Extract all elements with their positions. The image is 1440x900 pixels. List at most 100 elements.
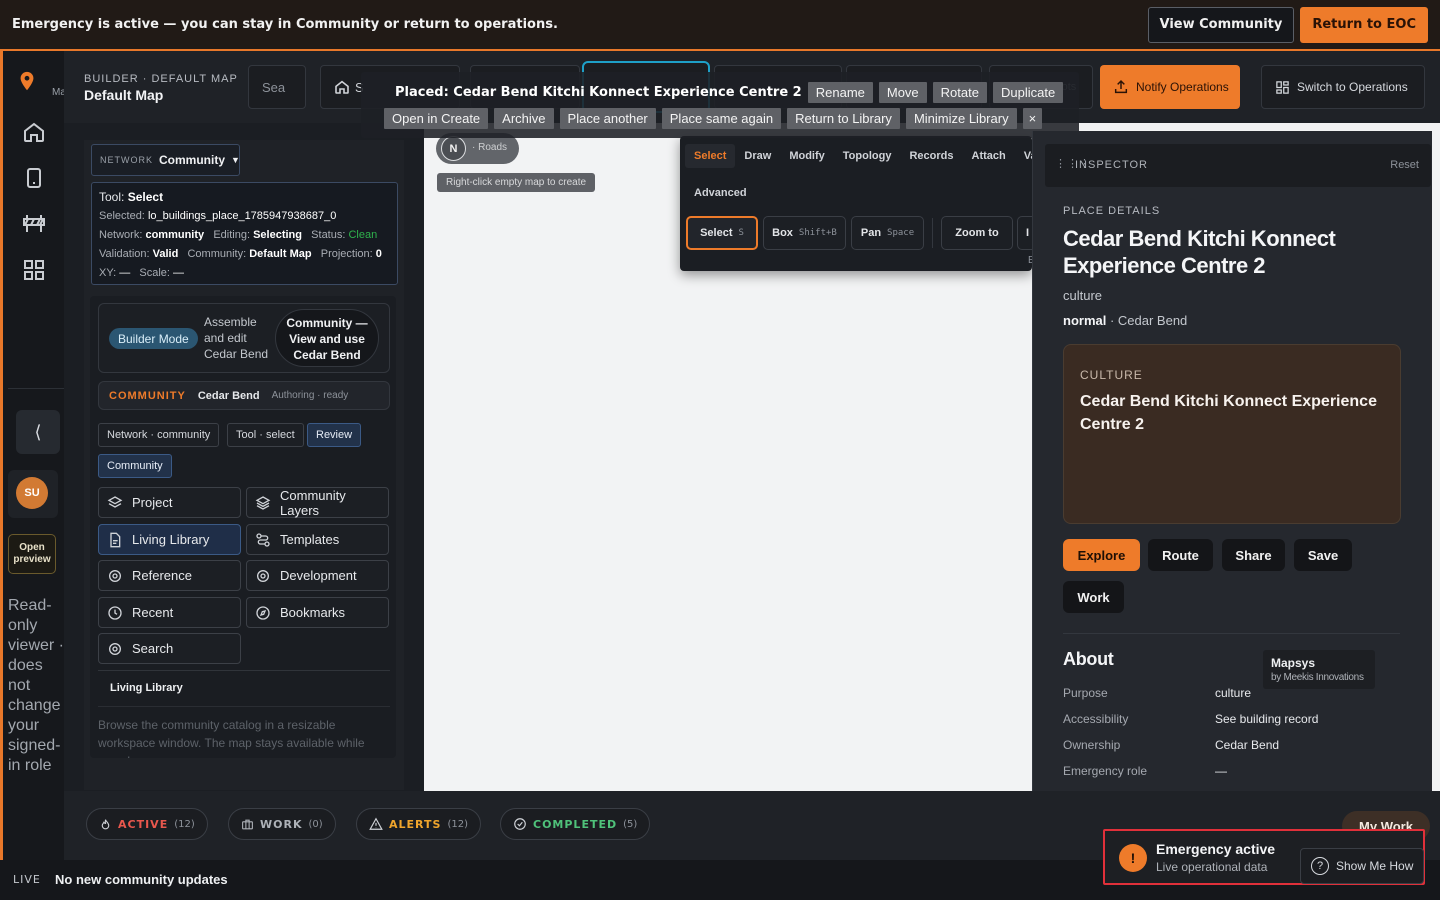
- tool-value: Select: [127, 190, 164, 204]
- assemble-line2: and edit: [204, 331, 247, 345]
- development-button[interactable]: Development: [246, 560, 389, 591]
- archive-button[interactable]: Archive: [494, 108, 554, 129]
- move-button[interactable]: Move: [878, 82, 927, 103]
- completed-chip[interactable]: COMPLETED (5): [500, 808, 651, 840]
- tab-modify[interactable]: Modify: [780, 150, 833, 162]
- cut-tool-button[interactable]: I: [1017, 216, 1032, 250]
- community-value: Default Map: [249, 248, 312, 260]
- north-arrow-icon[interactable]: N: [441, 136, 466, 161]
- zoom-to-button[interactable]: Zoom to: [941, 216, 1013, 250]
- network-selector[interactable]: NETWORK Community ▼: [91, 144, 240, 176]
- living-library-button[interactable]: Living Library: [98, 524, 241, 555]
- place-status: normal: [1063, 313, 1107, 328]
- place-meta: normal · Cedar Bend: [1063, 313, 1188, 328]
- bookmarks-button[interactable]: Bookmarks: [246, 597, 389, 628]
- search-input[interactable]: Sea: [248, 65, 306, 109]
- select-tool-button[interactable]: Select S: [686, 216, 758, 250]
- minimize-library-button[interactable]: Minimize Library: [905, 108, 1017, 129]
- reference-button[interactable]: Reference: [98, 560, 241, 591]
- open-preview-button[interactable]: Open preview: [8, 534, 56, 574]
- emergency-title: Emergency active: [1156, 841, 1276, 857]
- status-label: Status:: [311, 229, 346, 241]
- tag-community[interactable]: Community: [98, 454, 172, 478]
- cut-tool-label: I: [1026, 227, 1030, 239]
- notify-operations-button[interactable]: Notify Operations: [1100, 65, 1240, 109]
- about-heading: About: [1063, 649, 1114, 669]
- tab-draw[interactable]: Draw: [735, 150, 780, 162]
- route-button[interactable]: Route: [1148, 539, 1213, 571]
- inspector-reset-button[interactable]: Reset: [1390, 159, 1419, 171]
- pan-tool-button[interactable]: Pan Space: [851, 216, 924, 250]
- search-label: Search: [132, 641, 174, 656]
- view-community-button[interactable]: View Community: [1147, 6, 1295, 43]
- show-me-how-button[interactable]: ? Show Me How: [1300, 848, 1424, 884]
- switch-to-operations-button[interactable]: Switch to Operations: [1261, 65, 1425, 109]
- tab-va[interactable]: Va: [1015, 150, 1032, 162]
- tag-review[interactable]: Review: [307, 423, 362, 447]
- check-circle-icon: [513, 817, 527, 831]
- place-same-again-button[interactable]: Place same again: [661, 108, 782, 129]
- box-tool-button[interactable]: Box Shift+B: [763, 216, 846, 250]
- save-button[interactable]: Save: [1294, 539, 1352, 571]
- completed-label: COMPLETED: [533, 817, 618, 831]
- open-preview-line2: preview: [13, 554, 51, 565]
- home-icon[interactable]: [22, 120, 46, 144]
- emergency-subtitle: Live operational data: [1156, 860, 1268, 874]
- validation-value: Valid: [152, 248, 179, 260]
- zoom-to-label: Zoom to: [955, 227, 999, 239]
- rotate-button[interactable]: Rotate: [932, 82, 987, 103]
- tag-network[interactable]: Network · community: [98, 423, 220, 447]
- active-chip[interactable]: ACTIVE (12): [86, 808, 208, 840]
- placed-toast: Placed: Cedar Bend Kitchi Konnect Experi…: [361, 72, 1079, 138]
- explore-button[interactable]: Explore: [1063, 539, 1140, 571]
- place-details-eyebrow: PLACE DETAILS: [1063, 205, 1161, 217]
- tab-topology[interactable]: Topology: [834, 150, 901, 162]
- route-icon: [255, 532, 271, 548]
- community-view-line1: Community —: [286, 316, 368, 330]
- target-icon: [255, 568, 271, 584]
- status-panel: Tool: Select Selected: lo_buildings_plac…: [91, 182, 398, 285]
- active-count: (12): [174, 818, 195, 830]
- builder-mode-pill[interactable]: Builder Mode: [109, 328, 198, 349]
- toolbar-divider: [932, 218, 933, 248]
- templates-label: Templates: [280, 532, 340, 547]
- grid-icon[interactable]: [22, 258, 46, 282]
- community-view-button[interactable]: Community — View and use Cedar Bend: [275, 309, 379, 367]
- culture-card[interactable]: CULTURE Cedar Bend Kitchi Konnect Experi…: [1063, 344, 1401, 524]
- project-button[interactable]: Project: [98, 487, 241, 518]
- roads-label: · Roads: [472, 142, 508, 153]
- readonly-note: Read-only viewer · does not change your …: [8, 597, 65, 774]
- templates-button[interactable]: Templates: [246, 524, 389, 555]
- search-button[interactable]: Search: [98, 633, 241, 664]
- emergency-toast[interactable]: ! Emergency active Live operational data…: [1103, 829, 1425, 885]
- recent-button[interactable]: Recent: [98, 597, 241, 628]
- pin-icon[interactable]: [16, 69, 40, 93]
- return-to-library-button[interactable]: Return to Library: [787, 108, 900, 129]
- chevron-down-icon: ▼: [231, 155, 240, 165]
- community-view-line3: Cedar Bend: [293, 348, 361, 362]
- work-button[interactable]: Work: [1063, 581, 1124, 613]
- tab-attach[interactable]: Attach: [963, 150, 1015, 162]
- collapse-button[interactable]: ⟨: [16, 410, 60, 454]
- tab-select[interactable]: Select: [685, 144, 736, 168]
- close-icon[interactable]: ×: [1022, 108, 1043, 129]
- place-category: culture: [1063, 288, 1103, 303]
- open-in-create-button[interactable]: Open in Create: [384, 108, 489, 129]
- avatar[interactable]: SU: [16, 477, 48, 509]
- place-another-button[interactable]: Place another: [559, 108, 656, 129]
- rename-button[interactable]: Rename: [807, 82, 873, 103]
- duplicate-button[interactable]: Duplicate: [992, 82, 1064, 103]
- tab-advanced[interactable]: Advanced: [694, 187, 747, 199]
- community-layers-button[interactable]: Community Layers: [246, 487, 389, 518]
- tag-tool[interactable]: Tool · select: [227, 423, 304, 447]
- tablet-icon[interactable]: [22, 166, 46, 190]
- work-chip[interactable]: WORK (0): [228, 808, 336, 840]
- share-button[interactable]: Share: [1222, 539, 1285, 571]
- tab-records[interactable]: Records: [900, 150, 962, 162]
- alerts-chip[interactable]: ALERTS (12): [356, 808, 481, 840]
- barrier-icon[interactable]: [22, 212, 46, 236]
- assemble-line1: Assemble: [204, 315, 257, 329]
- return-to-eoc-button[interactable]: Return to EOC: [1300, 6, 1428, 43]
- community-layers-label: Community Layers: [280, 487, 346, 518]
- community-tag: COMMUNITY: [109, 389, 186, 402]
